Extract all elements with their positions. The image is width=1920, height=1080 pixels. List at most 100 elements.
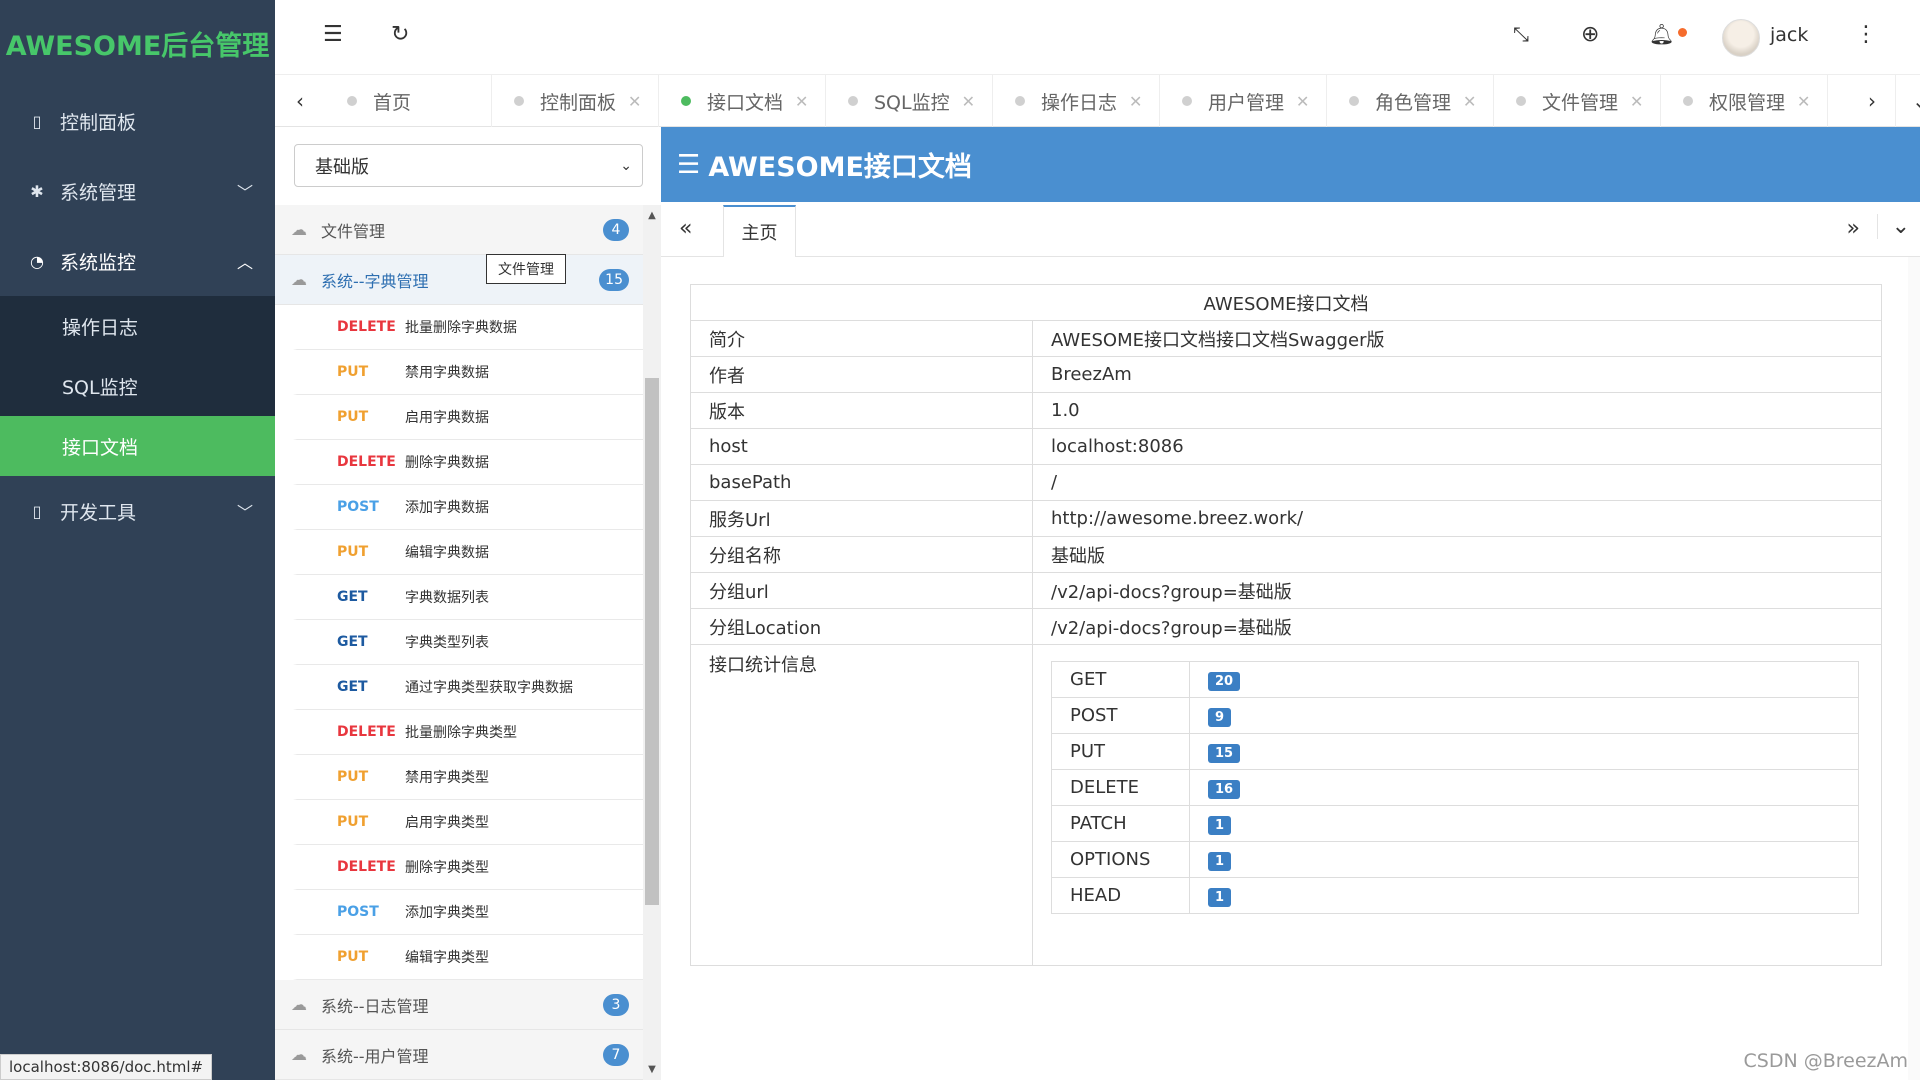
api-item[interactable]: PUT 编辑字典数据 (293, 530, 643, 575)
menu-icon[interactable]: ☰ (677, 150, 700, 180)
api-item[interactable]: GET 字典数据列表 (293, 575, 643, 620)
tabs-scroll-right-icon[interactable]: › (1847, 75, 1897, 127)
doc-row-key: 分组url (690, 572, 1033, 609)
scroll-down-icon[interactable]: ▼ (645, 1064, 659, 1075)
api-group-count: 15 (599, 268, 629, 291)
user-name[interactable]: jack (1770, 24, 1808, 46)
close-icon[interactable]: ✕ (1630, 92, 1643, 111)
api-method: PUT (337, 949, 369, 965)
tab-overflow[interactable] (1828, 75, 1847, 127)
tab-dot (347, 96, 357, 106)
tab-home-doc[interactable]: 主页 (723, 205, 796, 257)
api-group-name: 系统--用户管理 (321, 1046, 429, 1066)
api-item[interactable]: DELETE 删除字典类型 (293, 845, 643, 890)
stats-count-cell: 16 (1189, 769, 1859, 806)
tab-users[interactable]: 用户管理 ✕ (1160, 75, 1327, 127)
sidebar-item-label: 系统监控 (60, 251, 137, 274)
tab-home[interactable]: 首页 (325, 75, 492, 127)
top-header: ☰ ↻ ⤡ ⊕ 🔔︎ ⋮ (275, 0, 1920, 75)
tab-dot (848, 96, 858, 106)
tab-label: 权限管理 (1709, 91, 1786, 114)
api-item[interactable]: GET 字典类型列表 (293, 620, 643, 665)
api-item[interactable]: POST 添加字典类型 (293, 890, 643, 935)
sidebar-item-system[interactable]: ✱ 系统管理 ﹀ (0, 156, 275, 226)
scrollbar-thumb[interactable] (645, 378, 659, 905)
bell-icon[interactable]: 🔔︎ (1649, 22, 1674, 46)
sidebar-item-label: 控制面板 (60, 111, 137, 134)
api-item[interactable]: PUT 启用字典类型 (293, 800, 643, 845)
globe-icon[interactable]: ⊕ (1581, 22, 1599, 47)
more-vertical-icon[interactable]: ⋮ (1855, 22, 1877, 47)
api-item[interactable]: PUT 禁用字典数据 (293, 350, 643, 395)
tab-files[interactable]: 文件管理 ✕ (1494, 75, 1661, 127)
api-group[interactable]: ☁ 系统--字典管理 15 (275, 255, 643, 305)
scroll-up-icon[interactable]: ▲ (645, 210, 659, 221)
doc-scrollbar[interactable] (1908, 257, 1920, 1080)
doc-row-value: /v2/api-docs?group=基础版 (1032, 572, 1882, 609)
api-method: PUT (337, 364, 369, 380)
sidebar-item-oplog[interactable]: 操作日志 (0, 296, 275, 356)
tab-roles[interactable]: 角色管理 ✕ (1327, 75, 1494, 127)
api-item[interactable]: DELETE 删除字典数据 (293, 440, 643, 485)
close-icon[interactable]: ✕ (1129, 92, 1142, 111)
api-name: 添加字典类型 (405, 905, 489, 921)
api-item[interactable]: DELETE 批量删除字典类型 (293, 710, 643, 755)
doc-row-key: 分组Location (690, 608, 1033, 645)
doc-row-stats: 接口统计信息 GET 20 POST 9 PUT 15 DELETE 16 PATCH 1 OPTIO… (690, 644, 1882, 966)
tab-dashboard[interactable]: 控制面板 ✕ (492, 75, 659, 127)
close-icon[interactable]: ✕ (1797, 92, 1810, 111)
sidebar-item-dashboard[interactable]: ▯ 控制面板 (0, 86, 275, 156)
doc-info-table: AWESOME接口文档 简介 AWESOME接口文档接口文档Swagger版 作者 B… (690, 284, 1882, 966)
tab-sql[interactable]: SQL监控 ✕ (826, 75, 993, 127)
double-right-icon[interactable]: » (1847, 216, 1860, 241)
sidebar-item-apidoc[interactable]: 接口文档 (0, 416, 275, 476)
double-left-icon[interactable]: « (679, 216, 692, 241)
api-item[interactable]: PUT 编辑字典类型 (293, 935, 643, 980)
tabs-scroll-left-icon[interactable]: ‹ (275, 75, 325, 127)
tab-apidoc[interactable]: 接口文档 ✕ (659, 75, 826, 127)
api-item[interactable]: DELETE 批量删除字典数据 (293, 305, 643, 350)
api-item[interactable]: GET 通过字典类型获取字典数据 (293, 665, 643, 710)
stats-method: HEAD (1051, 877, 1190, 914)
tab-label: 首页 (373, 91, 412, 114)
doc-title: AWESOME接口文档 (708, 152, 972, 183)
close-icon[interactable]: ✕ (795, 92, 808, 111)
close-icon[interactable]: ✕ (1296, 92, 1309, 111)
sidebar-item-sql[interactable]: SQL监控 (0, 356, 275, 416)
api-group[interactable]: ☁ 文件管理 4 (275, 205, 643, 255)
tab-oplog[interactable]: 操作日志 ✕ (993, 75, 1160, 127)
api-method: GET (337, 589, 368, 605)
doc-row-key: 作者 (690, 356, 1033, 393)
menu-fold-icon[interactable]: ☰ (323, 22, 343, 47)
doc-row: 分组名称 基础版 (690, 536, 1882, 573)
api-item[interactable]: PUT 启用字典数据 (293, 395, 643, 440)
gear-icon: ✱ (30, 181, 44, 201)
avatar[interactable] (1722, 19, 1760, 57)
fullscreen-icon[interactable]: ⤡ (1513, 22, 1529, 46)
stats-row: PUT 15 (1051, 733, 1859, 770)
group-select[interactable]: 基础版 ⌄ (294, 144, 643, 187)
double-down-icon[interactable]: ⌄ (1876, 214, 1910, 239)
doc-row: basePath / (690, 464, 1882, 501)
api-group-count: 4 (603, 218, 629, 241)
tab-label: 操作日志 (1041, 91, 1118, 114)
refresh-icon[interactable]: ↻ (391, 22, 409, 47)
api-item[interactable]: PUT 禁用字典类型 (293, 755, 643, 800)
watermark: CSDN @BreezAm (1743, 1050, 1909, 1072)
sidebar-item-devtools[interactable]: ▯ 开发工具 ﹀ (0, 476, 275, 546)
doc-row-value: AWESOME接口文档接口文档Swagger版 (1032, 320, 1882, 357)
chevron-down-icon[interactable]: ⌄ (1895, 75, 1920, 127)
sidebar-item-monitor[interactable]: ◔ 系统监控 ︿ (0, 226, 275, 296)
api-method: DELETE (337, 454, 396, 470)
api-method: PUT (337, 769, 369, 785)
close-icon[interactable]: ✕ (1463, 92, 1476, 111)
close-icon[interactable]: ✕ (962, 92, 975, 111)
api-group[interactable]: ☁ 系统--用户管理 7 (275, 1030, 643, 1080)
stats-count-badge: 1 (1208, 851, 1232, 871)
close-icon[interactable]: ✕ (628, 92, 641, 111)
tab-permissions[interactable]: 权限管理 ✕ (1661, 75, 1828, 127)
group-select-value: 基础版 (315, 156, 369, 178)
chevron-up-icon: ︿ (236, 253, 253, 272)
api-item[interactable]: POST 添加字典数据 (293, 485, 643, 530)
api-group[interactable]: ☁ 系统--日志管理 3 (275, 980, 643, 1030)
